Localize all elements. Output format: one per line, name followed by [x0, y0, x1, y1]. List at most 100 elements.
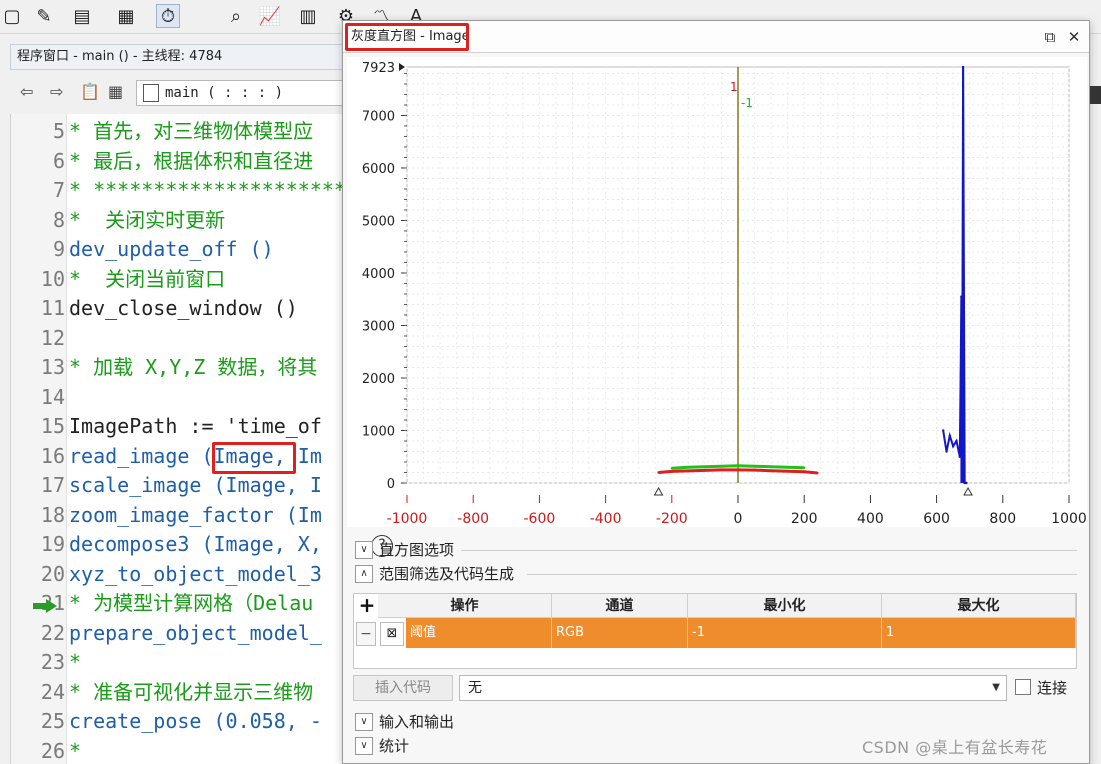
line-code-text: zoom_image_factor (Im — [69, 502, 322, 527]
edit-doc-icon[interactable]: ✎ — [32, 4, 56, 28]
line-number: 23 — [40, 650, 65, 674]
cell-operation[interactable]: 阈值 — [406, 618, 552, 648]
zoom-icon[interactable]: ⌕ — [224, 4, 248, 28]
range-slider-handle-icon — [653, 486, 664, 496]
code-line[interactable]: 20 xyz_to_object_model_3 — [11, 559, 350, 589]
section-stats[interactable]: ∨ 统计 — [355, 735, 409, 757]
procedure-icon — [143, 84, 159, 102]
section-range-filter-label: 范围筛选及代码生成 — [379, 565, 515, 583]
code-line[interactable]: 10 * 关闭当前窗口 — [11, 264, 350, 294]
x-tick-label: -600 — [524, 511, 556, 527]
code-line[interactable]: 14 — [11, 382, 350, 412]
section-io-label: 输入和输出 — [379, 713, 455, 731]
code-line[interactable]: 5 * 首先，对三维物体模型应 — [11, 116, 350, 146]
code-target-select[interactable]: 无 ▼ — [459, 675, 1007, 701]
line-number: 20 — [40, 561, 65, 586]
marker-label-min: -1 — [741, 96, 753, 110]
divider — [527, 574, 1077, 575]
code-line[interactable]: 7 * ********************** — [11, 175, 350, 205]
code-line[interactable]: 8 * 关闭实时更新 — [11, 205, 350, 235]
histogram-point — [753, 468, 756, 472]
col-header-max: 最大化 — [882, 594, 1076, 618]
line-number: 14 — [40, 384, 65, 409]
histogram-plot[interactable]: 0 1000 2000 3000 4000 5000 6000 7000 7923 -1000 -8… — [347, 57, 1087, 557]
histogram-point — [687, 469, 690, 473]
restore-icon[interactable]: ⧉ — [1041, 28, 1059, 46]
section-histogram-options[interactable]: ∨ 直方图选项 — [355, 539, 454, 561]
histogram-svg: 010002000300040005000600070007923-1000 -8… — [362, 61, 1087, 527]
x-tick-label: -200 — [656, 511, 688, 527]
histogram-point — [803, 466, 806, 469]
col-header-operation: 操作 — [378, 594, 552, 618]
code-target-value: 无 — [468, 680, 482, 696]
code-editor[interactable]: 5 * 首先，对三维物体模型应 6 * 最后，根据体积和直径进 7 * *********… — [10, 114, 350, 764]
line-number: 12 — [40, 325, 65, 350]
histogram-icon[interactable]: ▥ — [296, 4, 320, 28]
doc-icon[interactable]: ▤ — [70, 4, 94, 28]
code-line[interactable]: 18 zoom_image_factor (Im — [11, 500, 350, 530]
code-line[interactable]: 25 create_pose (0.058, - — [11, 706, 350, 736]
connect-checkbox[interactable] — [1015, 679, 1031, 695]
code-line[interactable]: 15 ImagePath := 'time_of — [11, 411, 350, 441]
line-number: 9 — [52, 237, 65, 261]
histogram-point — [951, 445, 955, 448]
code-line[interactable]: 17 scale_image (Image, I — [11, 470, 350, 500]
code-line[interactable]: 19 decompose3 (Image, X, — [11, 529, 350, 559]
line-code-text: * 最后，根据体积和直径进 — [69, 148, 314, 173]
code-line[interactable]: 24 * 准备可视化并显示三维物 — [11, 677, 350, 707]
line-code-text: * 关闭当前窗口 — [69, 266, 226, 291]
line-profile-icon[interactable]: 📈 — [258, 4, 282, 28]
cell-max[interactable]: 1 — [882, 618, 1076, 648]
y-max-label: 7923 — [362, 61, 395, 76]
line-number: 13 — [40, 355, 65, 379]
forward-icon[interactable]: ⇨ — [50, 82, 63, 101]
window-icon[interactable]: ▢ — [0, 4, 24, 28]
histogram-point — [703, 469, 707, 472]
stopwatch-icon[interactable]: ⏱ — [156, 4, 180, 28]
procedure-selector[interactable]: main ( : : : ) — [136, 80, 350, 106]
code-line[interactable]: 21 * 为模型计算网格（Delau — [11, 588, 350, 618]
code-line[interactable]: 23 * — [11, 647, 350, 677]
procedure-label: main ( : : : ) — [165, 85, 284, 101]
histogram-point — [670, 467, 673, 470]
clear-image-icon[interactable]: ⊠ — [380, 622, 404, 646]
code-line[interactable]: 13 * 加载 X,Y,Z 数据，将其 — [11, 352, 350, 382]
x-tick-label: 600 — [923, 511, 950, 527]
code-line[interactable]: 6 * 最后，根据体积和直径进 — [11, 146, 350, 176]
operation-table: + 操作 通道 最小化 最大化 − ⊠ 阈值 RGB -1 1 — [353, 593, 1077, 669]
section-range-filter[interactable]: ∧ 范围筛选及代码生成 — [355, 563, 514, 585]
insert-code-button[interactable]: 插入代码 — [353, 675, 453, 701]
gray-histogram-dialog: 灰度直方图 - Image ⧉ ✕ 0 1000 2000 3000 4000 5000 6… — [342, 20, 1090, 764]
line-number: 18 — [40, 502, 65, 527]
dialog-title: 灰度直方图 - Image — [343, 21, 1089, 53]
line-number: 16 — [40, 443, 65, 468]
section-io[interactable]: ∨ 输入和输出 — [355, 711, 454, 733]
code-line[interactable]: 11 dev_close_window () — [11, 293, 350, 323]
connect-label: 连接 — [1037, 679, 1068, 697]
code-line[interactable]: 12 — [11, 323, 350, 353]
grid-icon[interactable]: ▦ — [108, 82, 123, 101]
cell-min[interactable]: -1 — [688, 618, 882, 648]
back-icon[interactable]: ⇦ — [20, 82, 33, 101]
code-line[interactable]: 26 * — [11, 736, 350, 764]
line-code-text: scale_image (Image, I — [69, 473, 322, 497]
code-line[interactable]: 16 read_image (Image, Im — [11, 441, 350, 471]
histogram-point — [803, 470, 806, 473]
close-icon[interactable]: ✕ — [1065, 28, 1083, 46]
remove-row-button[interactable]: − — [356, 622, 376, 646]
code-line[interactable]: 22 prepare_object_model_ — [11, 618, 350, 648]
cell-channel[interactable]: RGB — [552, 618, 688, 648]
clipboard-icon[interactable]: 📋 — [80, 82, 100, 101]
editor-navbar: ⇦ ⇨ 📋 ▦ main ( : : : ) — [10, 76, 350, 110]
chevron-down-icon: ∨ — [355, 713, 373, 731]
code-line[interactable]: 9 dev_update_off () — [11, 234, 350, 264]
x-tick-label: 400 — [857, 511, 884, 527]
line-number: 6 — [52, 148, 65, 173]
line-number: 17 — [40, 473, 65, 497]
line-code-text: * ********************** — [69, 178, 350, 202]
section-stats-label: 统计 — [379, 737, 410, 755]
x-tick-label: 200 — [791, 511, 818, 527]
add-row-button[interactable]: + — [356, 594, 378, 618]
chart-edit-icon[interactable]: ▦ — [114, 4, 138, 28]
line-number: 25 — [40, 709, 65, 733]
